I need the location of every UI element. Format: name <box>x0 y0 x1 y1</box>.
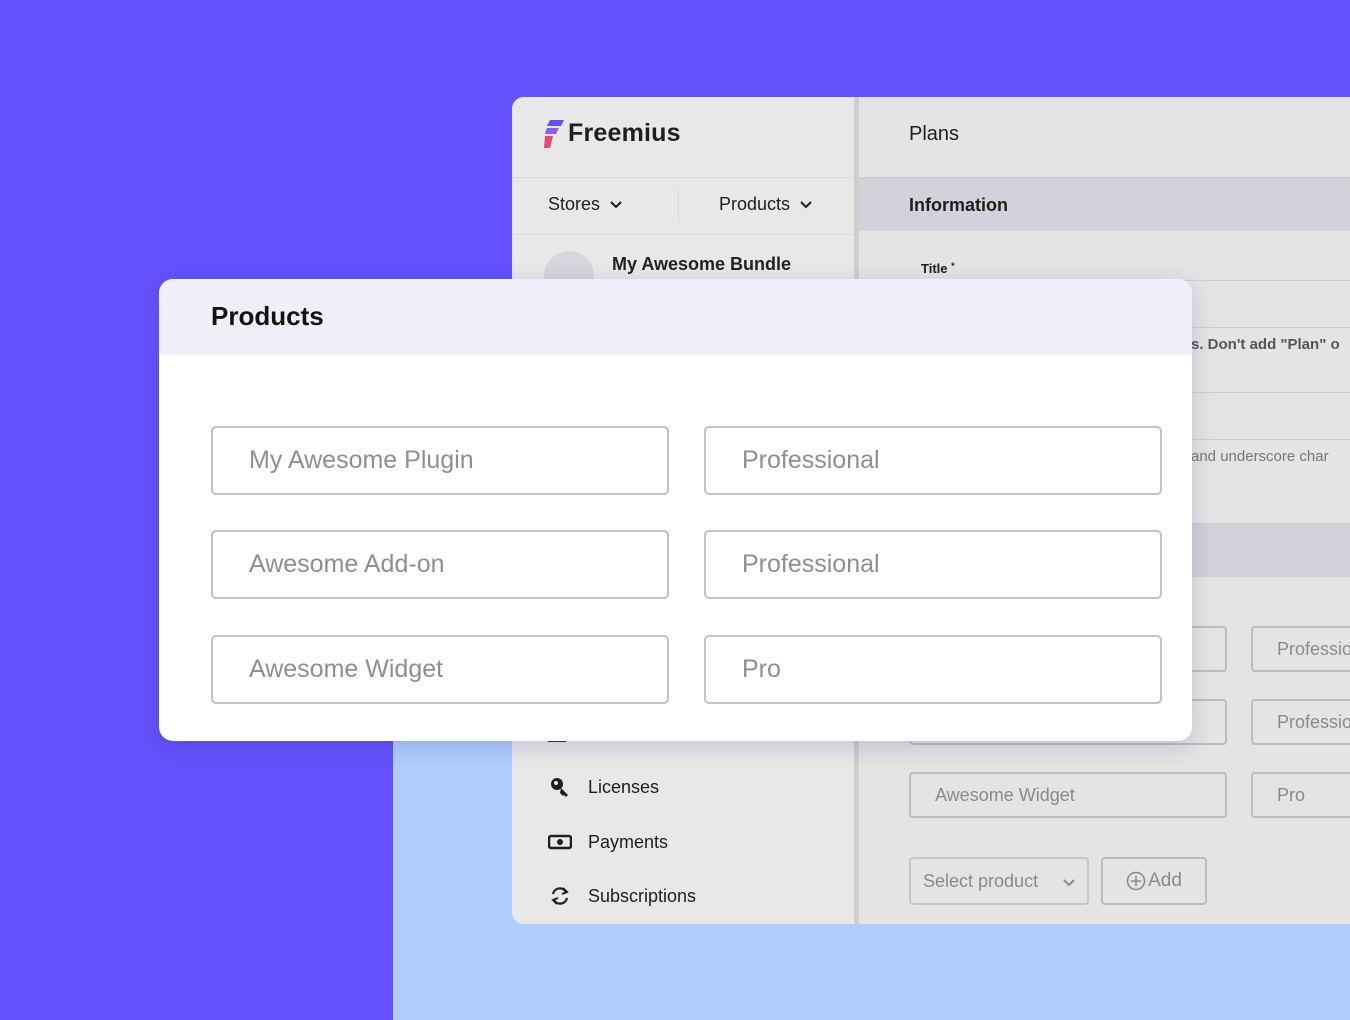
sidebar-item-label: Subscriptions <box>588 885 697 906</box>
select-product-dropdown[interactable]: Select product <box>909 857 1089 905</box>
plan-input[interactable]: Professional <box>704 426 1162 495</box>
main-header: Plans <box>859 97 1350 179</box>
plan-input[interactable]: Professional <box>704 530 1162 599</box>
sidebar-item-subscriptions[interactable]: Subscriptions <box>548 884 696 908</box>
refresh-icon <box>551 887 569 905</box>
stores-dropdown-label: Stores <box>548 194 601 214</box>
products-dropdown[interactable]: Products <box>719 194 812 215</box>
dropdown-divider <box>678 190 679 222</box>
chevron-down-icon <box>1063 859 1075 903</box>
sidebar-item-label: Licenses <box>588 776 660 797</box>
product-input[interactable]: My Awesome Plugin <box>211 426 669 495</box>
section-title: Information <box>909 195 1008 215</box>
freemius-logo-icon <box>544 119 564 148</box>
products-dropdown-label: Products <box>719 194 791 214</box>
stores-dropdown[interactable]: Stores <box>548 194 622 215</box>
add-button[interactable]: Add <box>1101 857 1207 905</box>
plan-input[interactable]: Pro <box>1251 772 1350 818</box>
title-hint-text: s. Don't add "Plan" o <box>1191 336 1340 353</box>
chevron-down-icon <box>800 200 812 208</box>
product-input[interactable]: Awesome Add-on <box>211 530 669 599</box>
sidebar-item-payments[interactable]: Payments <box>548 830 668 854</box>
plan-input[interactable]: Professio <box>1251 626 1350 672</box>
title-field-label: Title * <box>921 261 955 276</box>
logo[interactable]: Freemius <box>544 119 681 148</box>
plus-circle-icon <box>1126 871 1146 891</box>
plan-input[interactable]: Professio <box>1251 699 1350 745</box>
page-title: Plans <box>909 123 960 145</box>
logo-text: Freemius <box>568 119 681 147</box>
information-section-header: Information <box>859 179 1350 231</box>
product-input[interactable]: Awesome Widget <box>909 772 1227 818</box>
products-card-title: Products <box>211 301 324 331</box>
sidebar-item-label: Payments <box>588 831 669 852</box>
chevron-down-icon <box>610 200 622 208</box>
add-button-label: Add <box>1148 870 1182 891</box>
products-card-header: Products <box>159 279 1192 355</box>
slug-hint-text: and underscore char <box>1191 448 1329 465</box>
money-icon <box>548 834 572 850</box>
key-icon <box>551 778 568 797</box>
products-card: Products My Awesome Plugin Professional … <box>159 279 1192 741</box>
select-product-placeholder: Select product <box>923 871 1039 891</box>
sidebar-dropdowns: Stores Products <box>512 177 854 235</box>
sidebar-item-licenses[interactable]: Licenses <box>548 775 659 799</box>
product-input[interactable]: Awesome Widget <box>211 635 669 704</box>
bundle-name: My Awesome Bundle <box>612 253 792 274</box>
plan-input[interactable]: Pro <box>704 635 1162 704</box>
